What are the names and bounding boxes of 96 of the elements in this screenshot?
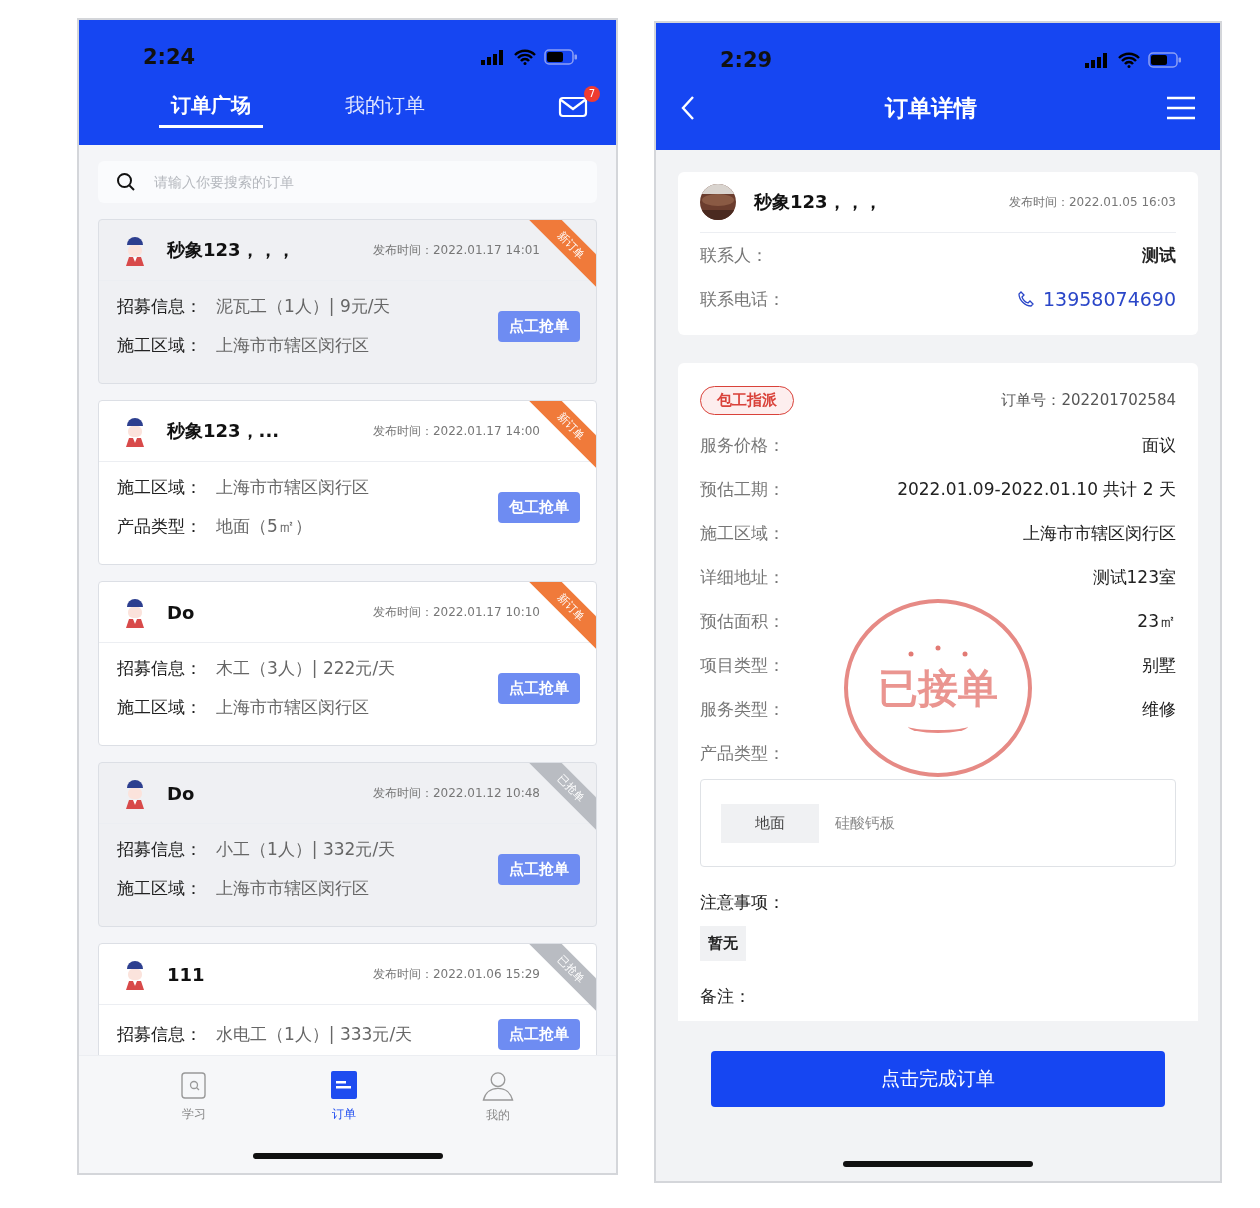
avatar-icon <box>123 234 147 266</box>
product-chip: 地面 <box>721 803 819 843</box>
battery-icon <box>544 49 578 65</box>
search-icon <box>116 172 136 192</box>
field-label: 招募信息： <box>117 1023 202 1046</box>
contact-name: 测试 <box>1142 243 1176 267</box>
field-value: 泥瓦工（1人）| 9元/天 <box>216 295 391 318</box>
signal-icon <box>1084 52 1110 68</box>
avatar-icon <box>123 958 147 990</box>
publish-time: 发布时间：2022.01.17 10:10 <box>372 603 540 621</box>
accepted-stamp: 已接单 <box>844 599 1032 777</box>
menu-icon[interactable] <box>1166 96 1196 120</box>
field-label: 施工区域： <box>117 334 202 357</box>
publish-time: 发布时间：2022.01.12 10:48 <box>372 784 540 802</box>
avatar-icon <box>123 415 147 447</box>
avatar-icon <box>123 777 147 809</box>
field-label: 产品类型： <box>700 741 785 765</box>
avatar-icon <box>123 596 147 628</box>
field-value: 木工（3人）| 222元/天 <box>216 657 396 680</box>
field-value: 地面（5㎡） <box>216 515 312 538</box>
field-label: 预估面积： <box>700 609 785 633</box>
field-label: 施工区域： <box>700 521 785 545</box>
grab-order-button[interactable]: 点工抢单 <box>498 1019 580 1050</box>
field-label: 项目类型： <box>700 653 785 677</box>
field-label: 招募信息： <box>117 838 202 861</box>
tab-bar-item[interactable]: 订单 <box>330 1070 359 1124</box>
field-value: 小工（1人）| 332元/天 <box>216 838 396 861</box>
field-label: 详细地址： <box>700 565 785 589</box>
document-icon <box>330 1070 359 1100</box>
grab-order-button[interactable]: 点工抢单 <box>498 310 580 342</box>
signal-icon <box>480 49 506 65</box>
status-time: 2:29 <box>720 48 773 72</box>
field-value: 23㎡ <box>1137 609 1176 633</box>
order-card[interactable]: 已抢单 111 发布时间：2022.01.06 15:29 招募信息： 水电工（1人）| 333元/天 点工抢单 <box>98 943 597 1055</box>
publish-time: 发布时间：2022.01.06 15:29 <box>372 965 540 983</box>
notes-value: 暂无 <box>700 926 746 961</box>
field-value: 别墅 <box>1142 653 1176 677</box>
field-value: 维修 <box>1142 697 1176 721</box>
order-type-tag: 包工指派 <box>700 385 794 415</box>
field-label: 联系电话： <box>700 287 785 311</box>
user-name: 秒象123，，， <box>167 238 296 262</box>
order-card[interactable]: 已抢单 Do 发布时间：2022.01.12 10:48 招募信息： 小工（1人）| 332元/天 施工区域： 上海市市辖区闵行区 点工抢单 <box>98 762 597 927</box>
user-name: 秒象123，... <box>167 419 281 443</box>
person-icon <box>480 1070 515 1101</box>
field-label: 联系人： <box>700 243 768 267</box>
field-label: 招募信息： <box>117 295 202 318</box>
user-name: 秒象123，，， <box>754 190 883 214</box>
complete-order-button[interactable]: 点击完成订单 <box>711 1051 1165 1107</box>
field-value: 2022.01.09-2022.01.10 共计 2 天 <box>897 477 1176 501</box>
order-number: 订单号：202201702584 <box>1001 390 1176 410</box>
notes-label: 注意事项： <box>700 891 786 914</box>
user-name: Do <box>167 782 196 804</box>
field-value: 上海市市辖区闵行区 <box>216 696 369 719</box>
field-value: 水电工（1人）| 333元/天 <box>216 1023 413 1046</box>
book-icon <box>180 1070 209 1100</box>
grab-order-button[interactable]: 点工抢单 <box>498 672 580 704</box>
field-value: 上海市市辖区闵行区 <box>1023 521 1176 545</box>
phone-icon <box>1017 290 1035 308</box>
remark-label: 备注： <box>700 985 752 1008</box>
field-value: 面议 <box>1142 433 1176 457</box>
publish-time: 发布时间：2022.01.17 14:01 <box>372 241 540 259</box>
page-title: 订单详情 <box>885 93 977 123</box>
status-time: 2:24 <box>143 45 196 69</box>
tab-bar-item[interactable]: 学习 <box>180 1070 209 1124</box>
field-label: 施工区域： <box>117 877 202 900</box>
back-icon[interactable] <box>680 95 696 121</box>
field-value: 上海市市辖区闵行区 <box>216 334 369 357</box>
field-value: 上海市市辖区闵行区 <box>216 877 369 900</box>
battery-icon <box>1148 52 1182 68</box>
field-value: 测试123室 <box>1092 565 1176 589</box>
user-name: 111 <box>167 963 206 985</box>
publish-time: 发布时间：2022.01.05 16:03 <box>1008 193 1176 211</box>
wifi-icon <box>1118 52 1140 68</box>
order-card[interactable]: 新订单 Do 发布时间：2022.01.17 10:10 招募信息： 木工（3人）| 222元/天 施工区域： 上海市市辖区闵行区 点工抢单 <box>98 581 597 746</box>
tab-bar-item[interactable]: 我的 <box>480 1070 515 1124</box>
field-label: 施工区域： <box>117 696 202 719</box>
publish-time: 发布时间：2022.01.17 14:00 <box>372 422 540 440</box>
tab[interactable]: 订单广场 <box>159 86 263 128</box>
phone-link[interactable]: 13958074690 <box>1017 288 1176 310</box>
wifi-icon <box>514 49 536 65</box>
order-card[interactable]: 新订单 秒象123，，， 发布时间：2022.01.17 14:01 招募信息： 泥瓦工（1人）| 9元/天 施工区域： 上海市市辖区闵行区 点工抢单 <box>98 219 597 384</box>
field-label: 施工区域： <box>117 476 202 499</box>
field-label: 服务类型： <box>700 697 785 721</box>
notification-badge: 7 <box>584 86 600 102</box>
product-value: 硅酸钙板 <box>835 813 895 833</box>
grab-order-button[interactable]: 包工抢单 <box>498 491 580 523</box>
order-card[interactable]: 新订单 秒象123，... 发布时间：2022.01.17 14:00 施工区域： 上海市市辖区闵行区 产品类型： 地面（5㎡） 包工抢单 <box>98 400 597 565</box>
field-label: 服务价格： <box>700 433 785 457</box>
tab[interactable]: 我的订单 <box>333 86 437 128</box>
field-label: 产品类型： <box>117 515 202 538</box>
grab-order-button[interactable]: 点工抢单 <box>498 853 580 885</box>
field-label: 招募信息： <box>117 657 202 680</box>
field-label: 预估工期： <box>700 477 785 501</box>
field-value: 上海市市辖区闵行区 <box>216 476 369 499</box>
search-field[interactable]: 请输入你要搜索的订单 <box>98 161 597 203</box>
user-name: Do <box>167 601 196 623</box>
